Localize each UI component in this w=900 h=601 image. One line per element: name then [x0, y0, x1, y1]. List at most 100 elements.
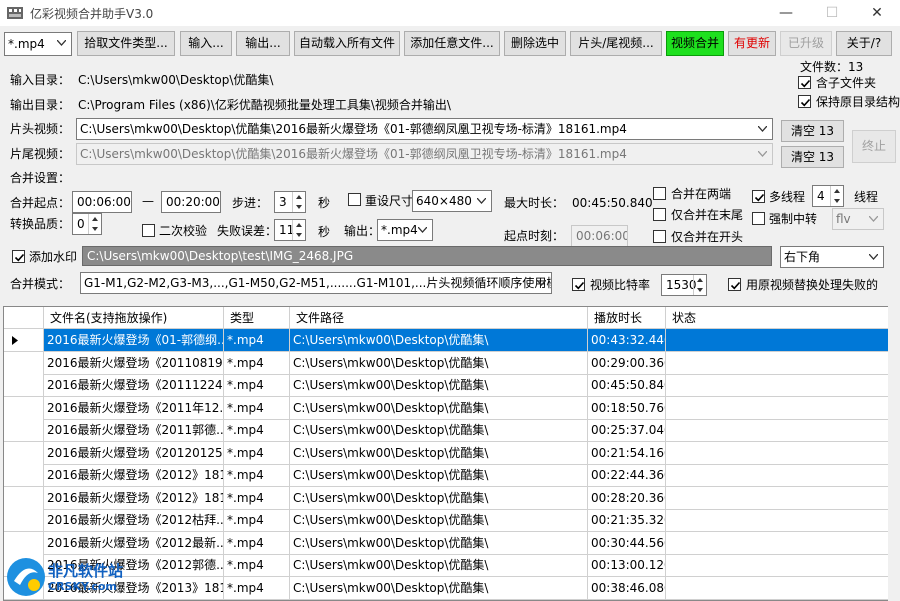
cell-type: *.mp4 [224, 486, 290, 510]
site-logo-icon [7, 558, 45, 596]
spin-arrows-icon[interactable] [830, 186, 843, 206]
cell-duration: 00:30:44.560 [588, 531, 666, 555]
merge-mode-select[interactable]: G1-M1,G2-M2,G3-M3,...,G1-M50,G2-M51,....… [80, 272, 552, 294]
tail-video-select[interactable]: C:\Users\mkw00\Desktop\优酷集\2016最新火爆登场《01… [76, 143, 773, 165]
pick-file-types-button[interactable]: 拾取文件类型... [77, 31, 175, 56]
watermark-path-input[interactable]: C:\Users\mkw00\Desktop\test\IMG_2468.JPG [82, 246, 772, 266]
vertical-scrollbar[interactable] [888, 306, 900, 601]
cell-status [666, 531, 896, 555]
table-row[interactable]: 2016最新火爆登场《2012枯拜... *.mp4 C:\Users\mkw00\… [4, 509, 896, 532]
chevron-down-icon [55, 33, 69, 53]
row-header[interactable] [4, 351, 44, 375]
site-watermark: 非凡软件站 CRSKY.com [0, 552, 140, 601]
table-row[interactable]: 2016最新火爆登场《2012》181... *.mp4 C:\Users\mkw0… [4, 486, 896, 510]
clear-tail-button[interactable]: 清空 13 [781, 146, 844, 168]
about-button[interactable]: 关于/? [836, 31, 892, 56]
table-row[interactable]: 2016最新火爆登场《01-郭德纲... *.mp4 C:\Users\mkw00\… [4, 329, 896, 352]
delete-selected-button[interactable]: 删除选中 [504, 31, 566, 56]
row-header[interactable] [4, 374, 44, 397]
cell-duration: 00:43:32.440 [588, 329, 666, 352]
table-row[interactable]: 2016最新火爆登场《20110819... *.mp4 C:\Users\mkw0… [4, 351, 896, 375]
fail-error-stepper[interactable]: 11 [274, 219, 306, 241]
merge-video-button[interactable]: 视频合并 [666, 31, 724, 56]
merge-start-only-checkbox[interactable] [653, 230, 666, 243]
input-button[interactable]: 输入... [180, 31, 232, 56]
start-time-input[interactable]: 00:06:00 [571, 225, 628, 247]
table-row[interactable]: 2016最新火爆登场《2011年12... *.mp4 C:\Users\mkw00… [4, 396, 896, 420]
clear-head-button[interactable]: 清空 13 [781, 120, 844, 142]
resize-checkbox[interactable] [348, 193, 361, 206]
maximize-button[interactable]: ☐ [809, 0, 855, 26]
watermark-checkbox[interactable] [12, 250, 25, 263]
bitrate-stepper[interactable]: 1530 [661, 274, 707, 296]
quality-stepper[interactable]: 0 [72, 213, 102, 235]
column-header-filename[interactable]: 文件名(支持拖放操作) [44, 307, 224, 329]
row-header[interactable] [4, 509, 44, 532]
stop-button[interactable]: 终止 [852, 130, 896, 163]
cell-type: *.mp4 [224, 464, 290, 487]
threads-stepper[interactable]: 4 [812, 185, 844, 207]
cell-type: *.mp4 [224, 576, 290, 600]
column-header-path[interactable]: 文件路径 [290, 307, 588, 329]
merge-end-only-checkbox[interactable] [653, 208, 666, 221]
output-button[interactable]: 输出... [236, 31, 290, 56]
step-stepper[interactable]: 3 [274, 191, 306, 213]
watermark-position-select[interactable]: 右下角 [780, 246, 884, 268]
multithread-checkbox[interactable] [752, 190, 765, 203]
row-header[interactable] [4, 486, 44, 510]
cell-filename: 2016最新火爆登场《2012》181... [44, 464, 224, 487]
include-subfolders-checkbox[interactable] [798, 76, 811, 89]
update-button[interactable]: 有更新 [728, 31, 776, 56]
replace-failed-checkbox[interactable] [728, 278, 741, 291]
row-header[interactable] [4, 419, 44, 442]
head-tail-video-button[interactable]: 片头/尾视频... [570, 31, 662, 56]
row-header[interactable] [4, 464, 44, 487]
column-header-status[interactable]: 状态 [666, 307, 896, 329]
format-select[interactable]: *.mp4 [4, 32, 72, 56]
row-header[interactable] [4, 441, 44, 465]
table-row[interactable]: 2016最新火爆登场《2012》181... *.mp4 C:\Users\mkw0… [4, 464, 896, 487]
cell-duration: 00:29:00.360 [588, 351, 666, 375]
row-header[interactable] [4, 396, 44, 420]
resize-select[interactable]: 640×480 [412, 190, 492, 212]
close-button[interactable]: ✕ [854, 0, 900, 26]
spin-arrows-icon[interactable] [88, 214, 101, 234]
table-row[interactable]: 2016最新火爆登场《20120125-... *.mp4 C:\Users\mkw… [4, 441, 896, 465]
merge-both-ends-checkbox[interactable] [653, 187, 666, 200]
table-row[interactable]: 2016最新火爆登场《20111224... *.mp4 C:\Users\mkw0… [4, 374, 896, 397]
cell-path: C:\Users\mkw00\Desktop\优酷集\ [290, 486, 588, 510]
row-header-corner [4, 307, 44, 329]
head-video-select[interactable]: C:\Users\mkw00\Desktop\优酷集\2016最新火爆登场《01… [76, 118, 773, 140]
cell-path: C:\Users\mkw00\Desktop\优酷集\ [290, 396, 588, 420]
threads-value: 4 [817, 189, 825, 203]
cell-type: *.mp4 [224, 554, 290, 577]
column-header-duration[interactable]: 播放时长 [588, 307, 666, 329]
table-row[interactable]: 2016最新火爆登场《2011郭德... *.mp4 C:\Users\mkw00\… [4, 419, 896, 442]
double-check-checkbox[interactable] [142, 224, 155, 237]
minimize-button[interactable]: — [763, 0, 809, 26]
cell-path: C:\Users\mkw00\Desktop\优酷集\ [290, 509, 588, 532]
force-transit-checkbox[interactable] [752, 212, 765, 225]
spin-arrows-icon[interactable] [693, 275, 706, 295]
merge-start-input[interactable]: 00:06:00 [72, 191, 132, 213]
merge-end-input[interactable]: 00:20:00 [161, 191, 221, 213]
transit-format-select[interactable]: flv [832, 208, 884, 230]
upgraded-button[interactable]: 已升级 [780, 31, 832, 56]
keep-structure-checkbox[interactable] [798, 95, 811, 108]
auto-load-all-button[interactable]: 自动载入所有文件 [294, 31, 400, 56]
merge-settings-label: 合并设置： [10, 171, 71, 185]
output-format-select[interactable]: *.mp4 [377, 219, 433, 241]
merge-start-only-label: 仅合并在开头 [671, 230, 744, 244]
row-header[interactable] [4, 329, 44, 352]
merge-mode-label: 合并模式： [10, 277, 71, 291]
bitrate-checkbox[interactable] [572, 278, 585, 291]
spin-arrows-icon[interactable] [292, 220, 305, 240]
spin-arrows-icon[interactable] [292, 192, 305, 212]
cell-status [666, 351, 896, 375]
merge-start-label: 合并起点： [10, 196, 71, 210]
add-any-file-button[interactable]: 添加任意文件... [404, 31, 500, 56]
cell-path: C:\Users\mkw00\Desktop\优酷集\ [290, 576, 588, 600]
cell-status [666, 329, 896, 352]
column-header-type[interactable]: 类型 [224, 307, 290, 329]
head-video-value: C:\Users\mkw00\Desktop\优酷集\2016最新火爆登场《01… [80, 122, 627, 136]
